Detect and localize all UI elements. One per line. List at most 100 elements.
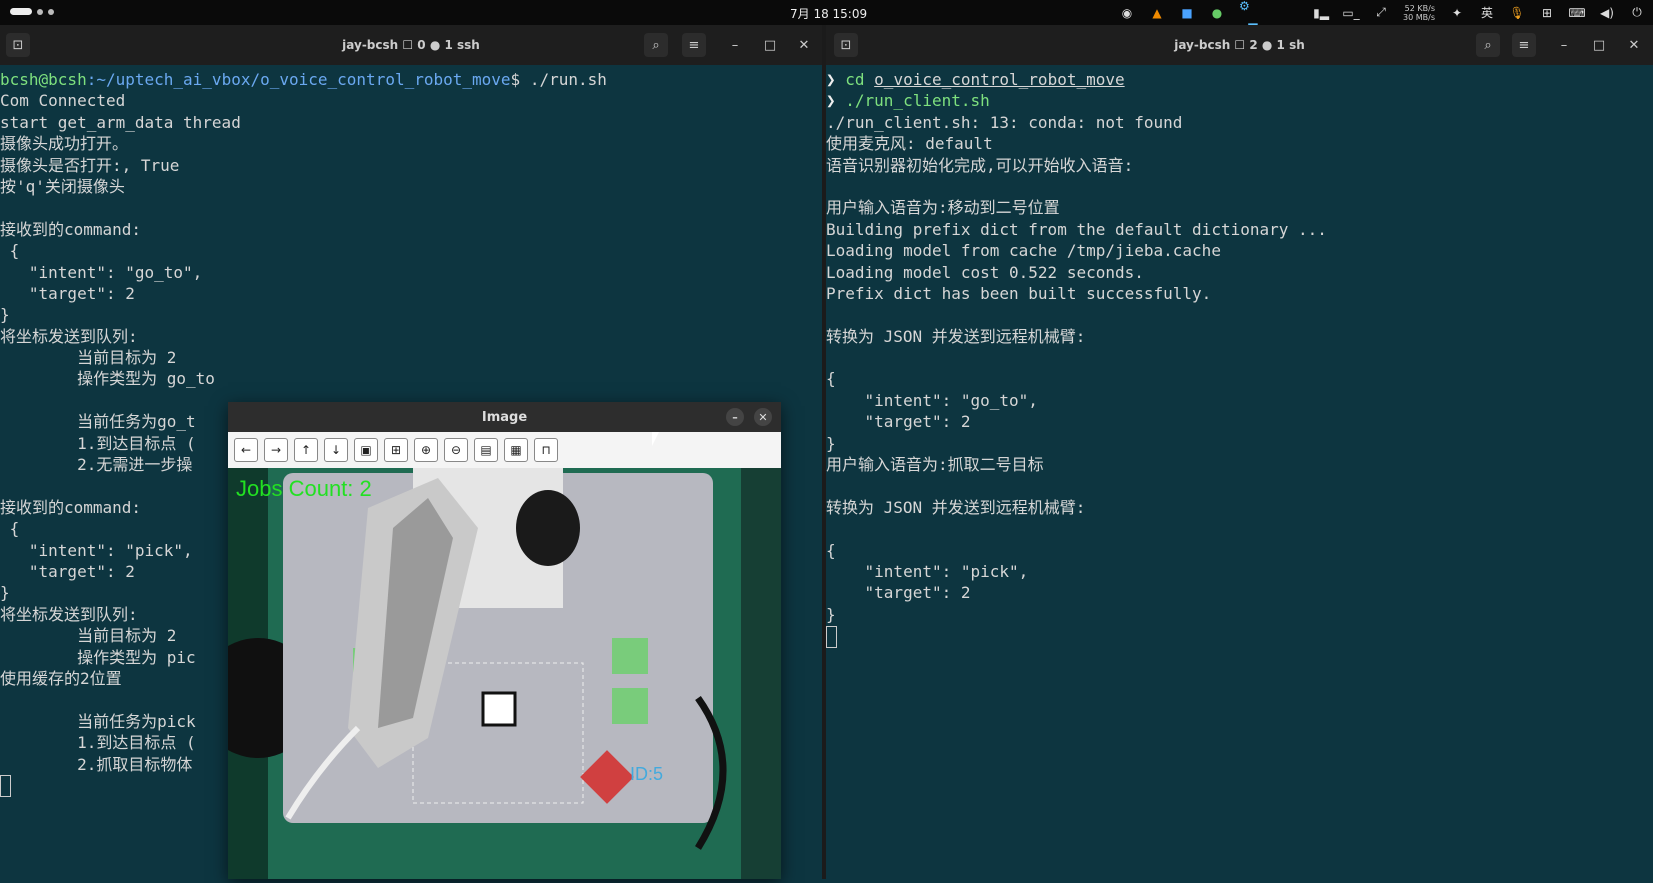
system-top-bar: 7月 18 15:09 ◉ ▲ ■ ● ⚙ ▁▂▁▁▁ ▮▂ ▭_ ⤢ 52 K…: [0, 0, 1653, 27]
arrow-down-icon[interactable]: ↓: [324, 438, 348, 462]
command-line: ❯ ./run_client.sh: [826, 91, 990, 111]
output-line: Prefix dict has been built successfully.: [826, 283, 1212, 303]
jobs-count-overlay: Jobs Count: 2: [236, 476, 372, 501]
menu-icon[interactable]: ≡: [682, 33, 706, 57]
close-icon[interactable]: ✕: [754, 408, 772, 426]
output-line: }: [826, 604, 836, 624]
disk-icon[interactable]: ▭_: [1342, 5, 1359, 21]
output-line: 转换为 JSON 并发送到远程机械臂:: [826, 497, 1086, 517]
output-line: "intent": "go_to",: [0, 262, 203, 282]
network-speed: 52 KB/s 30 MB/s: [1403, 3, 1435, 22]
prompt-chevron-icon: ❯: [826, 91, 846, 111]
memory-icon[interactable]: ▮▂: [1313, 5, 1329, 21]
left-terminal-header: ⊡ jay-bcsh ☐ 0 ● 1 ssh ⌕ ≡ – □ ✕: [0, 25, 822, 65]
output-line: 用户输入语音为:抓取二号目标: [826, 455, 1044, 475]
output-line: 将坐标发送到队列:: [0, 326, 138, 346]
arrow-right-icon[interactable]: →: [264, 438, 288, 462]
vlc-icon[interactable]: ▲: [1149, 5, 1165, 21]
arrow-up-icon[interactable]: ↑: [294, 438, 318, 462]
output-line: {: [826, 540, 836, 560]
pin-icon[interactable]: ⊓: [534, 438, 558, 462]
output-line: 摄像头是否打开:, True: [0, 155, 180, 175]
output-line: }: [826, 433, 836, 453]
output-line: }: [0, 305, 10, 325]
output-line: ./run_client.sh: 13: conda: not found: [826, 112, 1183, 132]
output-line: "target": 2: [0, 283, 135, 303]
image-viewer-window[interactable]: Image – ✕ ← → ↑ ↓ ▣ ⊞ ⊕ ⊖ ▤ ▦ ⊓ Jobs Cou…: [198, 402, 781, 879]
input-method-indicator[interactable]: 英: [1479, 5, 1495, 21]
zoom-fit-icon[interactable]: ▣: [354, 438, 378, 462]
right-terminal-window[interactable]: ⊡ jay-bcsh ☐ 2 ● 1 sh ⌕ ≡ – □ ✕ ❯ cd o_v…: [826, 25, 1653, 879]
output-line: Building prefix dict from the default di…: [826, 219, 1327, 239]
image-window-title: Image: [481, 410, 528, 425]
prompt-chevron-icon: ❯: [826, 70, 846, 89]
clock[interactable]: 7月 18 15:09: [790, 5, 867, 22]
output-line: Loading model cost 0.522 seconds.: [826, 262, 1144, 282]
marker-id-label: ID:5: [630, 764, 663, 784]
volume-icon[interactable]: ◀): [1599, 5, 1615, 21]
output-line: {: [826, 369, 836, 389]
output-line: 语音识别器初始化完成,可以开始收入语音:: [826, 155, 1134, 175]
microphone-icon[interactable]: 🎙: [1509, 5, 1525, 21]
output-line: 摄像头成功打开。: [0, 134, 129, 154]
output-line: Com Connected: [0, 91, 126, 111]
chrome-icon[interactable]: ◉: [1119, 5, 1135, 21]
output-line: 接收到的command:: [0, 219, 142, 239]
zoom-in-icon[interactable]: ⊕: [414, 438, 438, 462]
arrow-left-icon[interactable]: ←: [234, 438, 258, 462]
image-toolbar: ← → ↑ ↓ ▣ ⊞ ⊕ ⊖ ▤ ▦ ⊓: [228, 432, 781, 468]
image-window-titlebar[interactable]: Image – ✕: [228, 402, 781, 432]
power-icon[interactable]: ⏻: [1629, 5, 1645, 21]
minimize-icon[interactable]: –: [1552, 33, 1576, 57]
terminal-cursor-line: [826, 625, 1653, 648]
maximize-icon[interactable]: □: [1587, 33, 1611, 57]
close-icon[interactable]: ✕: [1622, 33, 1646, 57]
output-line: 转换为 JSON 并发送到远程机械臂:: [826, 326, 1086, 346]
camera-feed: Jobs Count: 2 ID:5: [198, 468, 781, 879]
terminal-cursor: [826, 625, 837, 648]
output-line: "intent": "pick",: [826, 561, 1029, 581]
output-line: 按'q'关闭摄像头: [0, 176, 125, 196]
mouse-cursor-icon: [652, 432, 659, 446]
output-line: 操作类型为 go_to: [0, 369, 215, 389]
prompt-line: bcsh@bcsh:~/uptech_ai_vbox/o_voice_contr…: [0, 70, 607, 89]
network-icon[interactable]: ⊞: [1539, 5, 1555, 21]
accessibility-icon[interactable]: ✦: [1449, 5, 1465, 21]
workspace-indicator[interactable]: [10, 8, 54, 15]
zoom-out-icon[interactable]: ⊖: [444, 438, 468, 462]
minimize-icon[interactable]: –: [726, 408, 744, 426]
output-line: 用户输入语音为:移动到二号位置: [826, 198, 1060, 218]
search-icon[interactable]: ⌕: [1476, 33, 1500, 57]
minimize-icon[interactable]: –: [723, 33, 747, 57]
zoom-original-icon[interactable]: ⊞: [384, 438, 408, 462]
right-terminal-header: ⊡ jay-bcsh ☐ 2 ● 1 sh ⌕ ≡ – □ ✕: [826, 25, 1653, 65]
properties-icon[interactable]: ▦: [504, 438, 528, 462]
output-line: "intent": "go_to",: [826, 390, 1038, 410]
app-icon[interactable]: ■: [1179, 5, 1195, 21]
system-tray: ◉ ▲ ■ ● ⚙ ▁▂▁▁▁ ▮▂ ▭_ ⤢ 52 KB/s 30 MB/s ✦…: [1119, 0, 1653, 27]
screen-icon[interactable]: ⤢: [1373, 5, 1389, 21]
output-line: "target": 2: [826, 412, 971, 432]
close-icon[interactable]: ✕: [792, 33, 816, 57]
output-line: {: [0, 241, 20, 261]
save-icon[interactable]: ▤: [474, 438, 498, 462]
update-icon[interactable]: ●: [1209, 5, 1225, 21]
terminal-cursor: [0, 775, 11, 798]
output-line: start get_arm_data thread: [0, 112, 241, 132]
output-line: Loading model from cache /tmp/jieba.cach…: [826, 241, 1221, 261]
menu-icon[interactable]: ≡: [1512, 33, 1536, 57]
maximize-icon[interactable]: □: [758, 33, 782, 57]
cpu-monitor-icon[interactable]: ⚙ ▁▂▁▁▁: [1239, 0, 1299, 27]
right-terminal-output: ❯ cd o_voice_control_robot_move ❯ ./run_…: [826, 65, 1653, 648]
keyboard-icon[interactable]: ⌨: [1568, 5, 1585, 21]
command-line: ❯ cd o_voice_control_robot_move: [826, 70, 1125, 89]
output-line: 当前目标为 2: [0, 348, 177, 368]
search-icon[interactable]: ⌕: [644, 33, 668, 57]
output-line: 使用麦克风: default: [826, 134, 993, 154]
